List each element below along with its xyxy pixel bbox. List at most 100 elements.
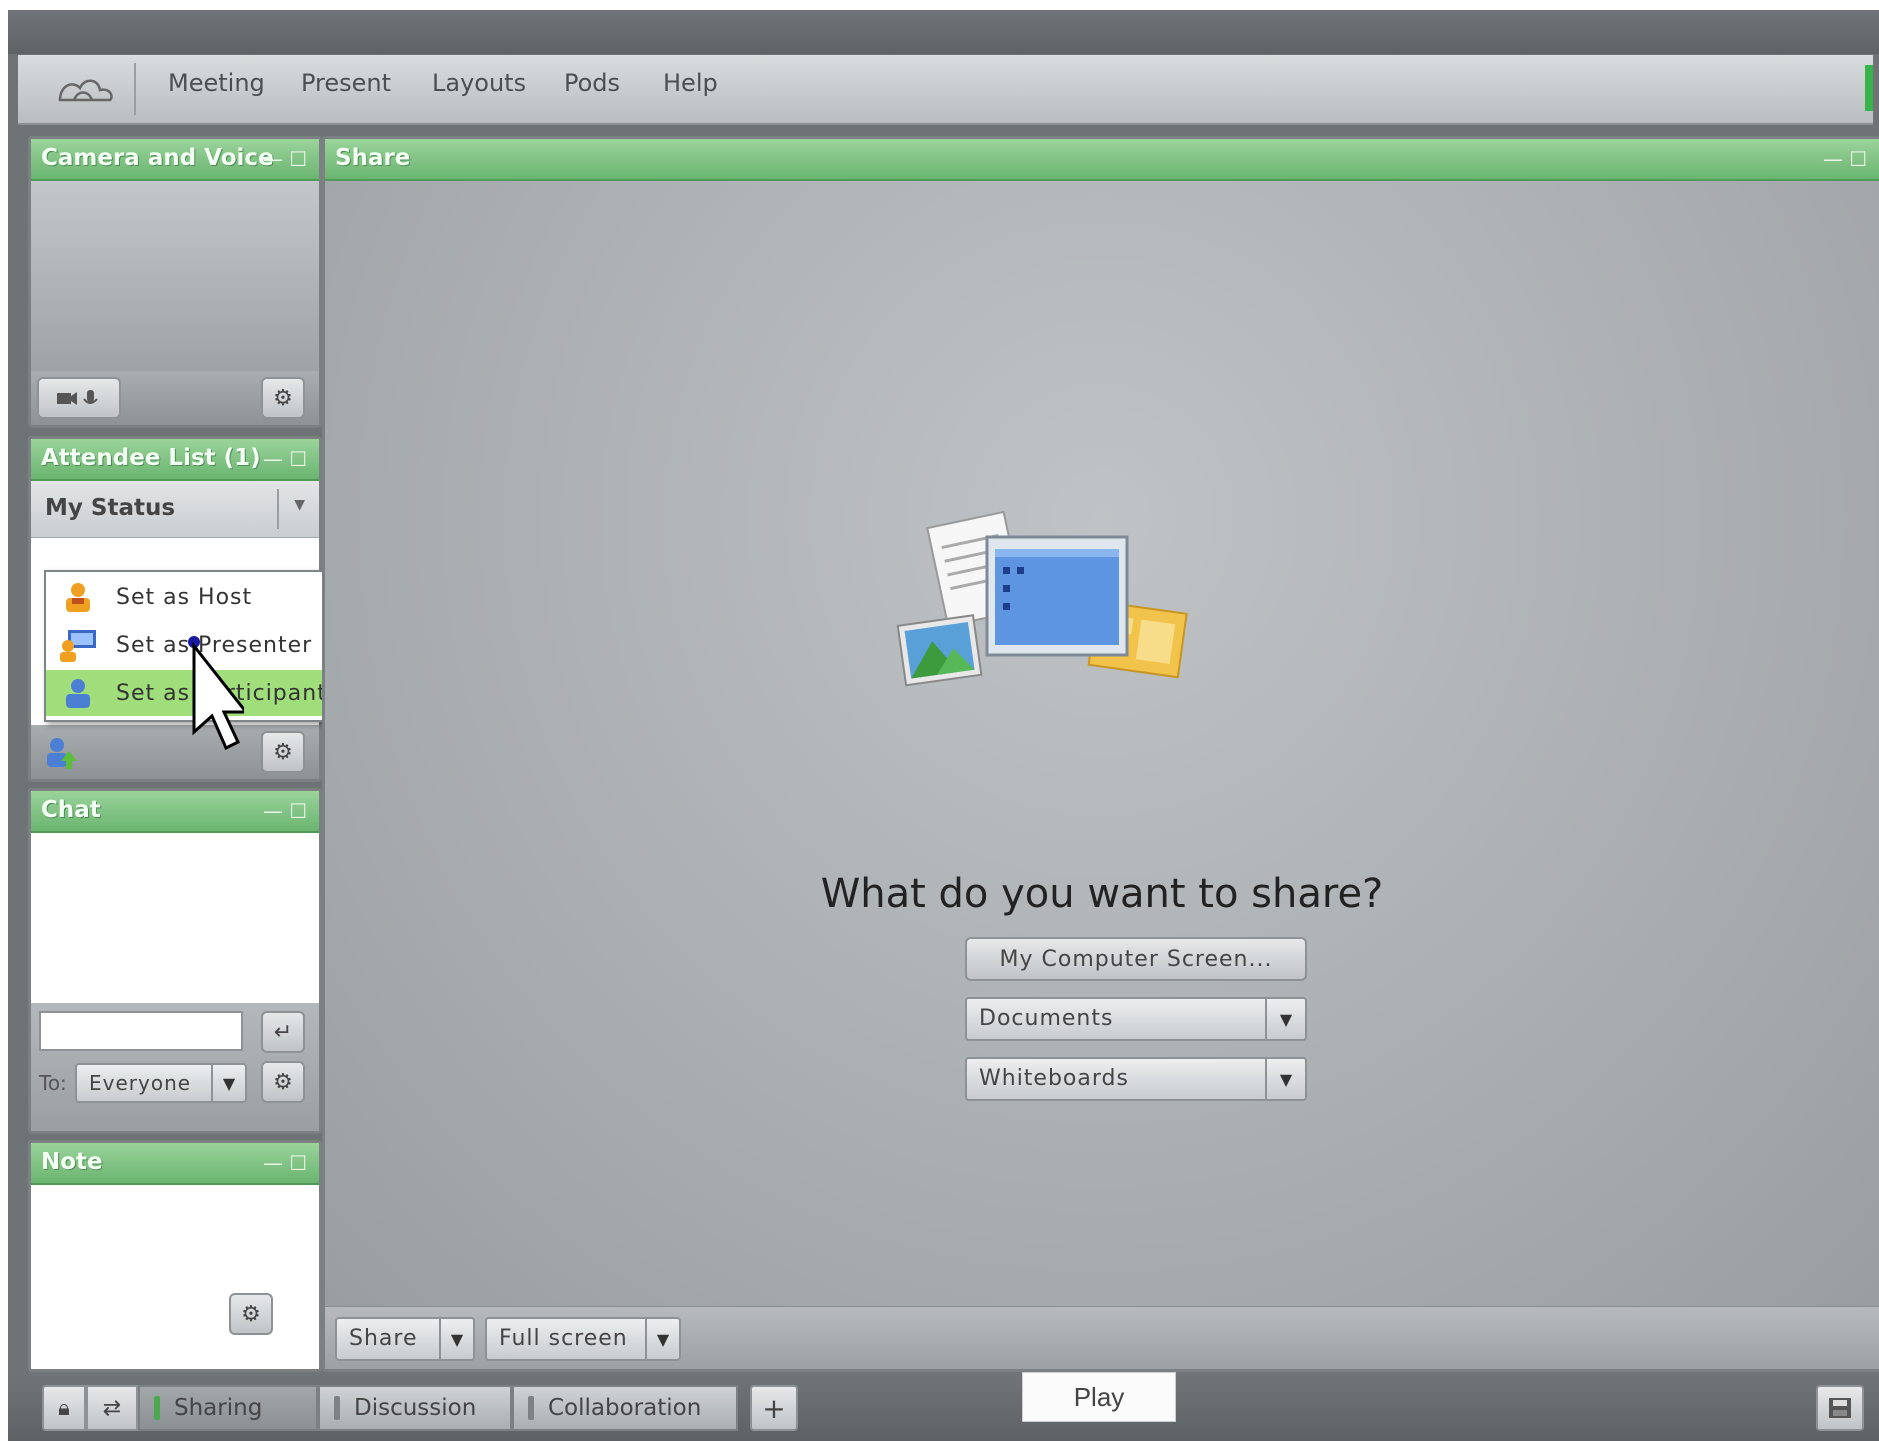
pod-title: Chat	[41, 797, 101, 823]
whiteboards-select[interactable]: Whiteboards ▼	[965, 1057, 1307, 1101]
note-settings-button[interactable]: ⚙	[229, 1293, 273, 1335]
share-pod: Share — ☐ What do you want to share? My …	[322, 136, 1879, 1372]
presenter-icon	[60, 630, 96, 662]
menu-pods[interactable]: Pods	[564, 69, 620, 97]
menu-bar: Meeting Present Layouts Pods Help	[18, 55, 1873, 125]
share-my-computer-screen-button[interactable]: My Computer Screen...	[965, 937, 1307, 981]
to-label: To:	[39, 1071, 67, 1095]
note-area[interactable]	[31, 1185, 319, 1369]
chevron-down-icon: ▼	[294, 497, 305, 513]
share-content: What do you want to share? My Computer S…	[325, 181, 1879, 1307]
chat-message-input[interactable]	[39, 1011, 243, 1051]
save-button[interactable]	[1816, 1385, 1864, 1431]
chevron-down-icon: ▼	[211, 1065, 245, 1101]
pod-header: Camera and Voice — ☐	[31, 139, 319, 181]
pod-header: Attendee List (1) — ☐	[31, 439, 319, 481]
tab-label: Discussion	[354, 1395, 477, 1421]
mouse-cursor-icon	[188, 636, 244, 751]
chat-pod: Chat — ☐ ↵ To: Everyone ▼ ⚙	[28, 788, 322, 1134]
camera-mic-icon	[57, 390, 98, 405]
chat-controls: ↵ To: Everyone ▼ ⚙	[31, 1003, 319, 1131]
layout-manage-icon: ⇄	[102, 1395, 122, 1421]
pod-title: Attendee List (1)	[41, 445, 261, 471]
lock-button[interactable]: 🔒︎	[42, 1385, 86, 1431]
full-screen-button[interactable]: Full screen ▼	[485, 1317, 681, 1361]
gear-icon: ⚙	[241, 1301, 261, 1327]
gear-icon: ⚙	[273, 385, 293, 411]
pod-header: Note — ☐	[31, 1143, 319, 1185]
pod-footer: ⚙	[31, 725, 319, 779]
enter-arrow-icon: ↵	[273, 1019, 293, 1045]
documents-select[interactable]: Documents ▼	[965, 997, 1307, 1041]
camera-area	[31, 181, 319, 371]
chat-recipient-select[interactable]: Everyone ▼	[75, 1063, 247, 1103]
menu-help[interactable]: Help	[663, 69, 718, 97]
menu-item-label: Set as Host	[116, 584, 253, 610]
menu-layouts[interactable]: Layouts	[432, 69, 526, 97]
my-status-label: My Status	[45, 495, 176, 521]
minimize-icon[interactable]: —	[263, 147, 283, 171]
maximize-icon[interactable]: ☐	[289, 1151, 307, 1175]
whiteboards-label: Whiteboards	[979, 1066, 1129, 1091]
attendee-status-icon	[47, 738, 77, 769]
chevron-down-icon: ▼	[645, 1319, 679, 1359]
menu-meeting[interactable]: Meeting	[168, 69, 265, 97]
note-pod: Note — ☐ ⚙	[28, 1140, 322, 1372]
full-screen-label: Full screen	[499, 1326, 628, 1351]
share-menu-button[interactable]: Share ▼	[335, 1317, 475, 1361]
camera-mic-button[interactable]	[37, 377, 121, 419]
chat-settings-button[interactable]: ⚙	[261, 1061, 305, 1103]
documents-label: Documents	[979, 1006, 1114, 1031]
participant-icon	[66, 679, 90, 708]
divider	[277, 489, 279, 529]
title-strip	[8, 10, 1879, 54]
tab-sharing[interactable]: Sharing	[138, 1385, 318, 1431]
minimize-icon[interactable]: —	[263, 1151, 283, 1175]
send-message-button[interactable]: ↵	[261, 1011, 305, 1053]
my-status-dropdown[interactable]: My Status ▼	[31, 481, 319, 538]
tab-collaboration[interactable]: Collaboration	[512, 1385, 738, 1431]
tab-marker	[154, 1396, 160, 1420]
chevron-down-icon: ▼	[1265, 999, 1305, 1039]
tab-label: Collaboration	[548, 1395, 702, 1421]
tab-discussion[interactable]: Discussion	[318, 1385, 512, 1431]
share-footer: Share ▼ Full screen ▼	[325, 1306, 1879, 1369]
save-icon	[1829, 1398, 1851, 1418]
pod-header: Share — ☐	[325, 139, 1879, 181]
chat-log	[31, 833, 319, 1003]
tab-label: Sharing	[174, 1395, 263, 1421]
minimize-icon[interactable]: —	[1823, 147, 1843, 171]
gear-icon: ⚙	[273, 1069, 293, 1095]
share-content-illustration-icon	[896, 510, 1188, 687]
lock-icon: 🔒︎	[58, 1395, 70, 1421]
layout-manage-button[interactable]: ⇄	[86, 1385, 138, 1431]
menu-present[interactable]: Present	[301, 69, 391, 97]
raise-status-button[interactable]	[39, 731, 83, 773]
maximize-icon[interactable]: ☐	[1849, 147, 1867, 171]
maximize-icon[interactable]: ☐	[289, 799, 307, 823]
maximize-icon[interactable]: ☐	[289, 147, 307, 171]
host-icon	[66, 583, 90, 612]
add-layout-button[interactable]: +	[750, 1385, 798, 1431]
share-menu-label: Share	[349, 1326, 418, 1351]
minimize-icon[interactable]: —	[263, 447, 283, 471]
share-question: What do you want to share?	[820, 871, 1384, 917]
pod-footer: ⚙	[31, 371, 319, 425]
minimize-icon[interactable]: —	[263, 799, 283, 823]
maximize-icon[interactable]: ☐	[289, 447, 307, 471]
chevron-down-icon: ▼	[1265, 1059, 1305, 1099]
status-indicator	[1865, 65, 1873, 111]
pod-title: Share	[335, 145, 411, 171]
gear-icon: ⚙	[273, 739, 293, 765]
pod-title: Camera and Voice	[41, 145, 274, 171]
pod-title: Note	[41, 1149, 103, 1175]
attendee-settings-button[interactable]: ⚙	[261, 731, 305, 773]
layout-taskbar: 🔒︎ ⇄ Sharing Discussion Collaboration +	[8, 1373, 1879, 1441]
camera-settings-button[interactable]: ⚙	[261, 377, 305, 419]
play-button[interactable]: Play	[1022, 1372, 1176, 1422]
chevron-down-icon: ▼	[439, 1319, 473, 1359]
recipient-value: Everyone	[89, 1071, 192, 1095]
tab-marker	[334, 1396, 340, 1420]
app-window: Meeting Present Layouts Pods Help Camera…	[8, 10, 1879, 1441]
app-logo-icon[interactable]	[38, 63, 136, 115]
